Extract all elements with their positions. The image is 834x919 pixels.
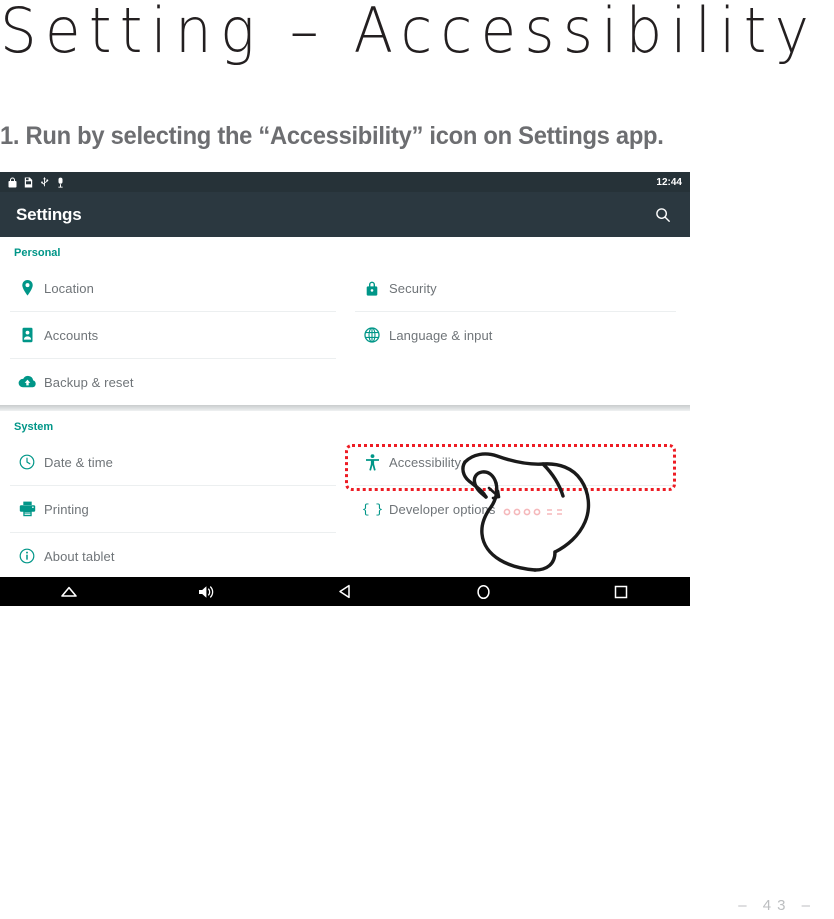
settings-row-label: Date & time — [44, 454, 114, 470]
section-system-grid: Date & time Printing About tablet Access… — [0, 439, 690, 579]
globe-icon — [355, 327, 389, 343]
printer-icon — [10, 501, 44, 517]
sim-card-icon — [24, 177, 33, 188]
action-bar-title: Settings — [16, 204, 82, 224]
settings-row-label: Printing — [44, 501, 89, 517]
cloud-upload-icon — [10, 375, 44, 389]
system-right-column: Accessibility { } Developer options — [345, 439, 690, 579]
status-bar: 12:44 — [0, 172, 690, 192]
settings-list: Personal Location Accounts Backup & rese… — [0, 237, 690, 577]
status-bar-icon-group — [8, 176, 65, 188]
expand-up-icon[interactable] — [0, 577, 138, 606]
system-left-column: Date & time Printing About tablet — [0, 439, 345, 579]
page-title: Setting – Accessibility — [0, 0, 818, 67]
microphone-icon — [56, 177, 65, 188]
braces-glyph: { } — [361, 501, 383, 517]
settings-row-backup-reset[interactable]: Backup & reset — [10, 359, 336, 405]
section-header-system: System — [14, 421, 54, 433]
settings-row-printing[interactable]: Printing — [10, 486, 336, 533]
settings-row-label: Location — [44, 280, 94, 296]
settings-row-label: Developer options — [389, 501, 496, 517]
volume-icon[interactable] — [138, 577, 276, 606]
settings-row-developer-options[interactable]: { } Developer options — [355, 486, 676, 532]
accessibility-person-icon — [355, 453, 389, 471]
android-settings-screenshot: 12:44 Settings Personal Location Account… — [0, 172, 690, 606]
settings-row-label: Accessibility — [389, 454, 462, 470]
braces-icon: { } — [355, 502, 389, 517]
section-personal-grid: Location Accounts Backup & reset Securit… — [0, 265, 690, 405]
back-icon[interactable] — [276, 577, 414, 606]
clock-icon — [10, 454, 44, 470]
status-bar-clock: 12:44 — [656, 176, 682, 188]
home-icon[interactable] — [414, 577, 552, 606]
settings-row-label: Security — [389, 280, 437, 296]
settings-row-label: Backup & reset — [44, 374, 134, 390]
settings-row-label: Language & input — [389, 327, 493, 343]
settings-row-security[interactable]: Security — [355, 265, 676, 312]
lock-icon — [8, 177, 17, 188]
usb-icon — [40, 176, 49, 188]
info-icon — [10, 548, 44, 564]
location-pin-icon — [10, 279, 44, 297]
settings-row-accessibility[interactable]: Accessibility — [355, 439, 676, 486]
search-icon[interactable] — [652, 204, 674, 226]
action-bar: Settings — [0, 192, 690, 237]
section-header-personal: Personal — [14, 247, 61, 259]
settings-row-accounts[interactable]: Accounts — [10, 312, 336, 359]
recents-icon[interactable] — [552, 577, 690, 606]
personal-right-column: Security Language & input — [345, 265, 690, 405]
lock-icon — [355, 280, 389, 297]
settings-row-label: Accounts — [44, 327, 99, 343]
page-number: – 43 – — [738, 897, 816, 914]
settings-row-about-tablet[interactable]: About tablet — [10, 533, 336, 579]
android-navigation-bar — [0, 577, 690, 606]
settings-row-location[interactable]: Location — [10, 265, 336, 312]
accounts-icon — [10, 327, 44, 343]
personal-left-column: Location Accounts Backup & reset — [0, 265, 345, 405]
instruction-step-text: 1. Run by selecting the “Accessibility” … — [0, 122, 664, 150]
settings-row-label: About tablet — [44, 548, 115, 564]
settings-row-language-input[interactable]: Language & input — [355, 312, 676, 358]
settings-row-date-time[interactable]: Date & time — [10, 439, 336, 486]
